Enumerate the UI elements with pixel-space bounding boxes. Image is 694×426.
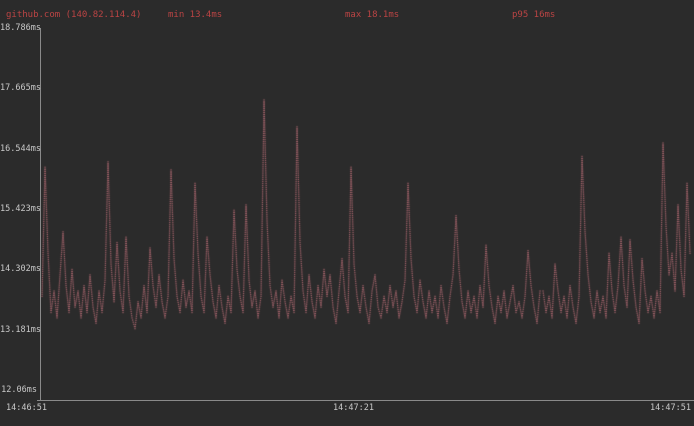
y-tick-label: 17.665ms: [0, 84, 37, 93]
y-tick-label: 13.181ms: [0, 325, 37, 334]
x-axis-line: [37, 400, 694, 401]
latency-plot-canvas: [0, 0, 694, 426]
y-tick-label: 18.786ms: [0, 24, 37, 33]
x-tick-end: 14:47:51: [650, 404, 691, 413]
y-tick-label: 14.302ms: [0, 265, 37, 274]
x-tick-middle: 14:47:21: [333, 404, 374, 413]
y-tick-label: 16.544ms: [0, 144, 37, 153]
host-title: github.com (140.82.114.4): [6, 11, 141, 20]
x-tick-start: 14:46:51: [6, 404, 47, 413]
y-tick-label: 12.06ms: [0, 386, 37, 395]
gping-terminal: { "header": { "host": "github.com (140.8…: [0, 0, 694, 426]
stat-max: max 18.1ms: [345, 11, 399, 20]
stat-min: min 13.4ms: [168, 11, 222, 20]
y-tick-label: 15.423ms: [0, 205, 37, 214]
stat-p95: p95 16ms: [512, 11, 555, 20]
